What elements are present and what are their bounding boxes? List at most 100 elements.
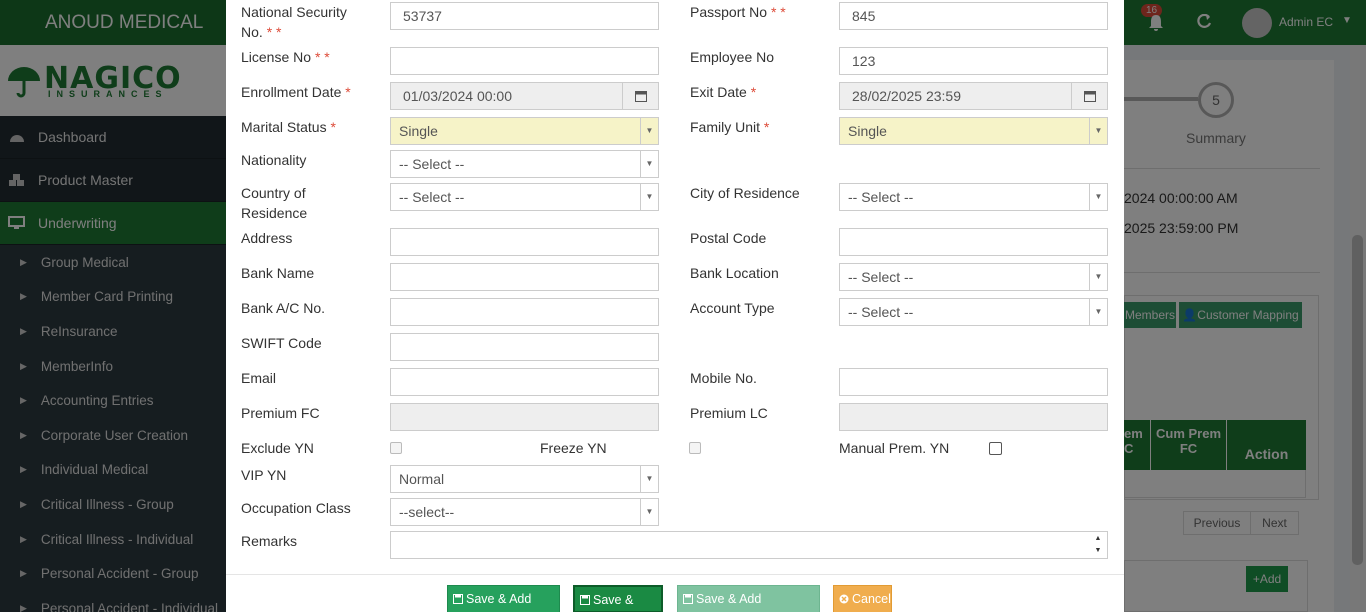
- label-text: Exit Date: [690, 84, 747, 100]
- bank-location-label: Bank Location: [690, 265, 779, 281]
- premium-fc-input: [390, 403, 659, 431]
- passport-input[interactable]: 845: [839, 2, 1108, 30]
- nationality-label: Nationality: [241, 152, 307, 168]
- account-type-value: -- Select --: [848, 304, 914, 320]
- bank-location-value: -- Select --: [848, 269, 914, 285]
- country-of-residence-select[interactable]: -- Select -- ▼: [390, 183, 659, 211]
- enrollment-date-value: 01/03/2024 00:00: [403, 88, 512, 104]
- passport-label: Passport No * *: [690, 2, 786, 22]
- chevron-down-icon: ▼: [640, 151, 658, 177]
- exclude-yn-checkbox[interactable]: [390, 442, 402, 454]
- national-security-input[interactable]: 53737: [390, 2, 659, 30]
- city-of-residence-label: City of Residence: [690, 185, 800, 201]
- chevron-down-icon: ▼: [640, 118, 658, 144]
- mobile-label: Mobile No.: [690, 370, 757, 386]
- nationality-select[interactable]: -- Select -- ▼: [390, 150, 659, 178]
- premium-fc-label: Premium FC: [241, 405, 320, 421]
- button-label: Save & Close: [593, 593, 634, 607]
- remarks-textarea[interactable]: ▲ ▼: [390, 531, 1108, 559]
- button-label: Save & Add Beneficiary: [696, 592, 762, 606]
- required-marker: *: [750, 84, 757, 100]
- save-add-more-button[interactable]: Save & Add More: [447, 585, 560, 612]
- employee-input[interactable]: 123: [839, 47, 1108, 75]
- manual-prem-yn-checkbox[interactable]: [989, 442, 1002, 455]
- nationality-value: -- Select --: [399, 156, 465, 172]
- cancel-button[interactable]: Cancel: [833, 585, 892, 612]
- family-unit-value: Single: [848, 123, 887, 139]
- floppy-disk-icon: [580, 595, 590, 605]
- exclude-yn-label: Exclude YN: [241, 440, 314, 456]
- family-unit-label: Family Unit *: [690, 117, 769, 137]
- bank-location-select[interactable]: -- Select -- ▼: [839, 263, 1108, 291]
- address-label: Address: [241, 230, 293, 246]
- city-of-residence-select[interactable]: -- Select -- ▼: [839, 183, 1108, 211]
- bank-ac-label: Bank A/C No.: [241, 300, 326, 316]
- swift-code-label: SWIFT Code: [241, 335, 322, 351]
- bank-name-label: Bank Name: [241, 265, 315, 281]
- license-label: License No * *: [241, 47, 330, 67]
- account-type-label: Account Type: [690, 300, 775, 316]
- button-label: Cancel: [852, 592, 891, 606]
- floppy-disk-icon: [683, 594, 693, 604]
- email-input[interactable]: [390, 368, 659, 396]
- label-text: Enrollment Date: [241, 84, 342, 100]
- exit-date-value: 28/02/2025 23:59: [852, 88, 961, 104]
- required-marker: * *: [266, 24, 282, 40]
- manual-prem-yn-label: Manual Prem. YN: [839, 440, 950, 456]
- country-of-residence-label: Country of Residence: [241, 185, 308, 221]
- label-text: Family Unit: [690, 119, 761, 135]
- calendar-icon: [635, 91, 647, 102]
- account-type-select[interactable]: -- Select -- ▼: [839, 298, 1108, 326]
- chevron-down-icon: ▼: [640, 466, 658, 492]
- email-label: Email: [241, 370, 277, 386]
- marital-status-label: Marital Status *: [241, 117, 336, 137]
- calendar-button[interactable]: [622, 83, 658, 109]
- freeze-yn-label: Freeze YN: [540, 440, 607, 456]
- family-unit-select[interactable]: Single ▼: [839, 117, 1108, 145]
- employee-label: Employee No: [690, 49, 775, 65]
- chevron-down-icon: ▼: [1089, 299, 1107, 325]
- textarea-resize-spinner[interactable]: ▲ ▼: [1089, 532, 1107, 558]
- premium-lc-input: [839, 403, 1108, 431]
- bank-ac-input[interactable]: [390, 298, 659, 326]
- member-edit-modal: National Security No. * * 53737 Passport…: [226, 0, 1124, 612]
- close-circle-icon: [839, 594, 849, 604]
- national-security-label: National Security No. * *: [241, 2, 366, 42]
- country-value: -- Select --: [399, 189, 465, 205]
- vip-yn-select[interactable]: Normal ▼: [390, 465, 659, 493]
- save-close-button[interactable]: Save & Close: [573, 585, 663, 612]
- label-text: Passport No: [690, 4, 768, 20]
- postal-code-input[interactable]: [839, 228, 1108, 256]
- required-marker: * *: [314, 49, 330, 65]
- marital-status-select[interactable]: Single ▼: [390, 117, 659, 145]
- address-input[interactable]: [390, 228, 659, 256]
- occupation-value: --select--: [399, 504, 455, 520]
- label-text: License No: [241, 49, 312, 65]
- chevron-down-icon: ▼: [1089, 184, 1107, 210]
- save-add-beneficiary-button[interactable]: Save & Add Beneficiary: [677, 585, 820, 612]
- calendar-button[interactable]: [1071, 83, 1107, 109]
- postal-code-label: Postal Code: [690, 230, 767, 246]
- remarks-label: Remarks: [241, 533, 298, 549]
- enrollment-date-label: Enrollment Date *: [241, 82, 351, 102]
- label-text: Marital Status: [241, 119, 327, 135]
- mobile-input[interactable]: [839, 368, 1108, 396]
- marital-status-value: Single: [399, 123, 438, 139]
- exit-date-input[interactable]: 28/02/2025 23:59: [839, 82, 1108, 110]
- vip-yn-label: VIP YN: [241, 467, 287, 483]
- bank-name-input[interactable]: [390, 263, 659, 291]
- freeze-yn-checkbox[interactable]: [689, 442, 701, 454]
- required-marker: *: [330, 119, 336, 135]
- enrollment-date-input[interactable]: 01/03/2024 00:00: [390, 82, 659, 110]
- license-input[interactable]: [390, 47, 659, 75]
- swift-code-input[interactable]: [390, 333, 659, 361]
- button-label: Save & Add More: [466, 592, 532, 606]
- required-marker: *: [345, 84, 351, 100]
- occupation-class-select[interactable]: --select-- ▼: [390, 498, 659, 526]
- chevron-down-icon: ▼: [1089, 264, 1107, 290]
- floppy-disk-icon: [453, 594, 463, 604]
- chevron-down-icon: ▼: [1089, 118, 1107, 144]
- chevron-down-icon: ▼: [640, 184, 658, 210]
- required-marker: * *: [770, 4, 786, 20]
- required-marker: *: [763, 119, 770, 135]
